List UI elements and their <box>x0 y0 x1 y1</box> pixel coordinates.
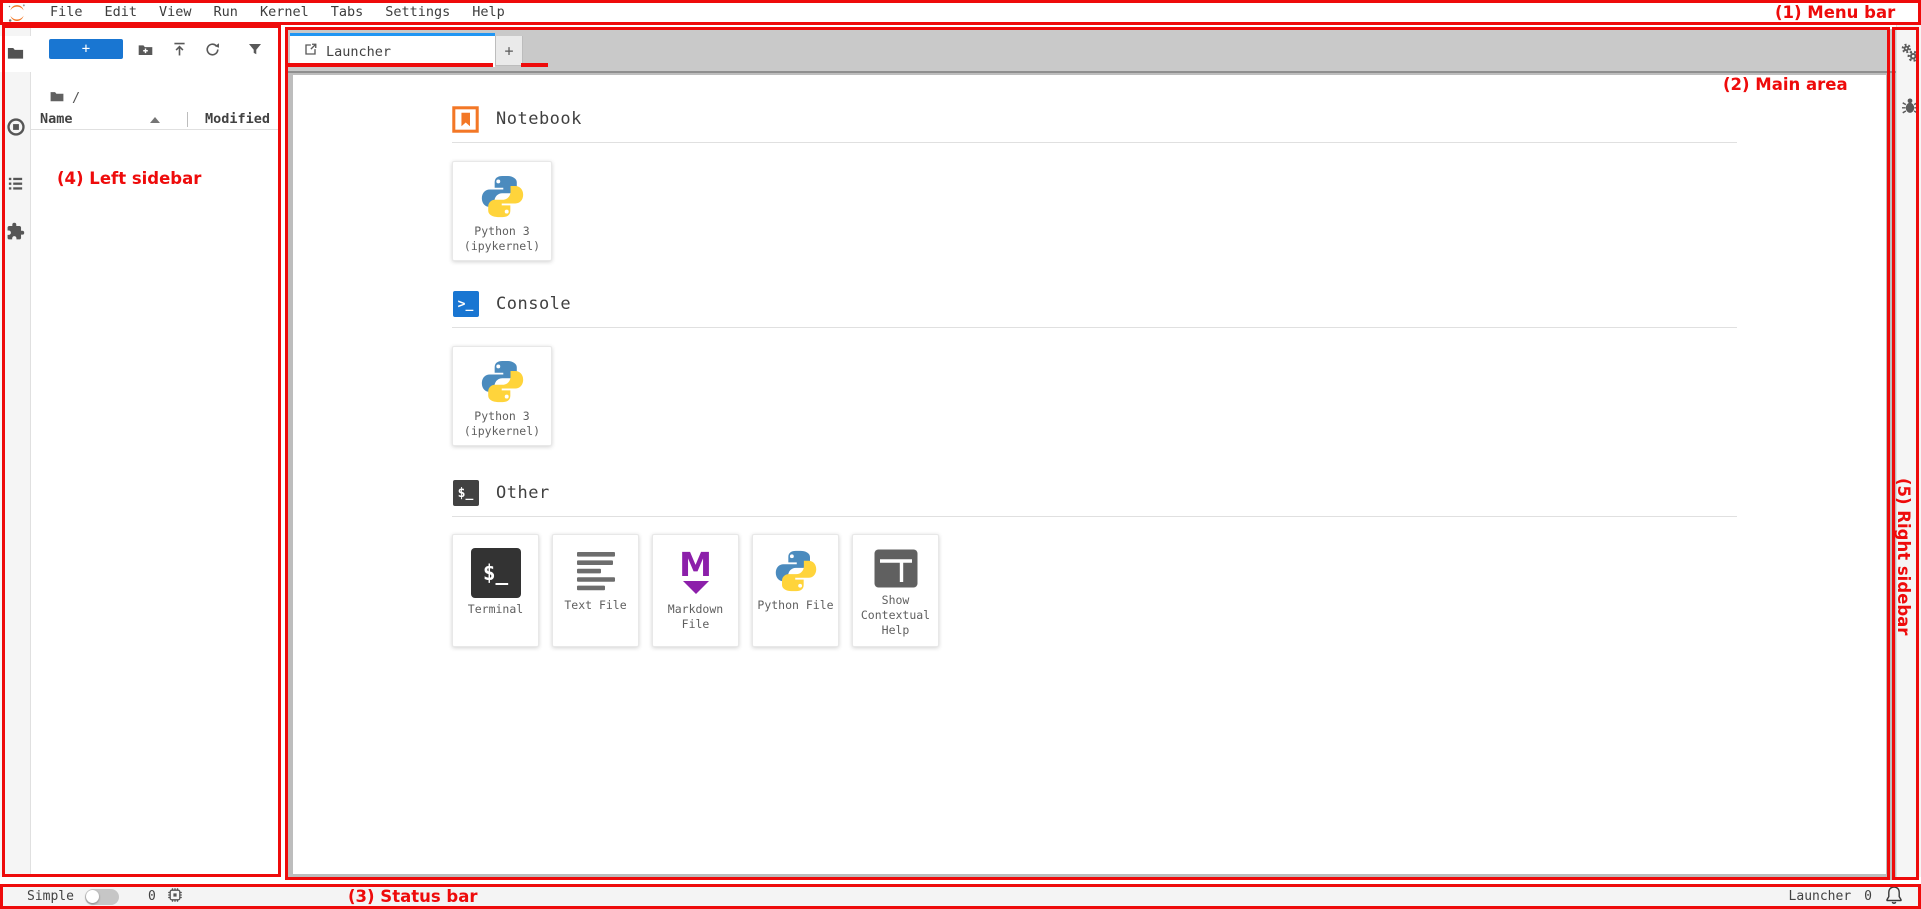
menu-help[interactable]: Help <box>461 0 516 25</box>
simple-mode-toggle[interactable] <box>85 889 119 905</box>
sidebar-tab-extensions[interactable] <box>0 215 31 251</box>
card-label: Python File <box>754 598 836 613</box>
card-label: Terminal <box>465 602 526 617</box>
refresh-icon[interactable] <box>204 41 221 58</box>
card-label: Python 3 (ipykernel) <box>453 409 551 439</box>
menu-kernel[interactable]: Kernel <box>249 0 320 25</box>
bug-icon <box>1900 96 1920 120</box>
main-work-area: Launcher + Notebook <box>287 29 1896 880</box>
launcher-card-python-file[interactable]: Python File <box>752 534 839 647</box>
section-header-console: >_ Console <box>452 290 1886 318</box>
sort-ascending-icon <box>150 117 160 123</box>
section-header-other: $_ Other <box>452 479 1886 507</box>
breadcrumb[interactable]: / <box>49 87 80 109</box>
menu-view[interactable]: View <box>148 0 203 25</box>
launcher-panel: Notebook Python 3 (ipykern <box>293 75 1886 874</box>
filter-icon[interactable] <box>247 41 264 58</box>
text-file-icon <box>573 548 619 594</box>
tab-launcher[interactable]: Launcher <box>290 33 495 67</box>
notifications-count: 0 <box>1864 889 1872 904</box>
new-launcher-button[interactable]: + <box>49 39 123 59</box>
card-label: Show Contextual Help <box>853 593 938 639</box>
gears-icon <box>1900 43 1920 67</box>
folder-icon <box>6 43 25 66</box>
jupyterlab-window: File Edit View Run Kernel Tabs Settings … <box>0 0 1921 909</box>
card-label: Python 3 (ipykernel) <box>453 224 551 254</box>
sidebar-tab-running[interactable] <box>0 111 31 147</box>
console-icon: >_ <box>452 291 479 318</box>
bell-icon[interactable] <box>1885 885 1903 909</box>
menu-tabs[interactable]: Tabs <box>320 0 375 25</box>
simple-mode-label: Simple <box>27 889 74 904</box>
new-folder-icon[interactable] <box>137 41 154 58</box>
terminal-icon: $_ <box>452 480 479 507</box>
section-title: Other <box>496 483 550 503</box>
sidebar-tab-debugger[interactable] <box>1897 91 1921 125</box>
menu-settings[interactable]: Settings <box>374 0 461 25</box>
kernels-count: 0 <box>148 889 156 904</box>
launcher-card-text-file[interactable]: Text File <box>552 534 639 647</box>
sidebar-tab-file-browser[interactable] <box>0 36 31 72</box>
status-bar: Simple 0 Launcher 0 <box>0 884 1921 909</box>
file-browser-toolbar: + <box>31 25 281 62</box>
file-list-empty-area <box>31 130 281 877</box>
file-browser-panel: + <box>31 25 281 877</box>
stop-circle-icon <box>6 117 26 141</box>
python-logo-icon <box>773 548 819 594</box>
upload-icon[interactable] <box>171 41 188 58</box>
column-separator <box>187 112 188 127</box>
menu-bar: File Edit View Run Kernel Tabs Settings … <box>0 0 1921 25</box>
column-header-name[interactable]: Name <box>40 111 73 127</box>
card-label: Text File <box>561 598 629 613</box>
tab-label: Launcher <box>326 44 391 60</box>
folder-icon <box>49 88 65 108</box>
section-title: Console <box>496 294 571 314</box>
section-header-notebook: Notebook <box>452 105 1886 133</box>
menu-file[interactable]: File <box>39 0 94 25</box>
notebook-icon <box>452 106 479 133</box>
breadcrumb-root[interactable]: / <box>72 90 80 106</box>
left-activity-bar <box>0 25 31 877</box>
launcher-card-contextual-help[interactable]: Show Contextual Help <box>852 534 939 647</box>
python-logo-icon <box>479 358 526 405</box>
python-logo-icon <box>479 173 526 220</box>
launcher-tab-icon <box>303 42 318 61</box>
section-title: Notebook <box>496 109 582 129</box>
kernel-chip-icon[interactable] <box>167 887 183 907</box>
right-activity-bar <box>1896 25 1921 877</box>
tab-bar: Launcher + <box>287 29 1896 73</box>
launcher-card-markdown-file[interactable]: M Markdown File <box>652 534 739 647</box>
launcher-card-terminal[interactable]: $_ Terminal <box>452 534 539 647</box>
menu-edit[interactable]: Edit <box>94 0 149 25</box>
contextual-help-icon <box>873 548 919 589</box>
list-icon <box>6 174 25 197</box>
sidebar-tab-table-of-contents[interactable] <box>0 167 31 203</box>
column-header-modified[interactable]: Modified <box>205 111 270 127</box>
status-context-label: Launcher <box>1789 889 1852 904</box>
markdown-icon: M <box>679 548 712 598</box>
menu-run[interactable]: Run <box>203 0 249 25</box>
jupyter-logo-icon <box>7 3 27 23</box>
add-tab-button[interactable]: + <box>495 36 523 66</box>
launcher-card-notebook-python3[interactable]: Python 3 (ipykernel) <box>452 161 552 261</box>
sidebar-tab-property-inspector[interactable] <box>1897 38 1921 72</box>
launcher-card-console-python3[interactable]: Python 3 (ipykernel) <box>452 346 552 446</box>
file-list-header: Name Modified <box>31 110 281 130</box>
card-label: Markdown File <box>653 602 738 632</box>
terminal-icon: $_ <box>471 548 521 598</box>
puzzle-icon <box>6 222 25 245</box>
